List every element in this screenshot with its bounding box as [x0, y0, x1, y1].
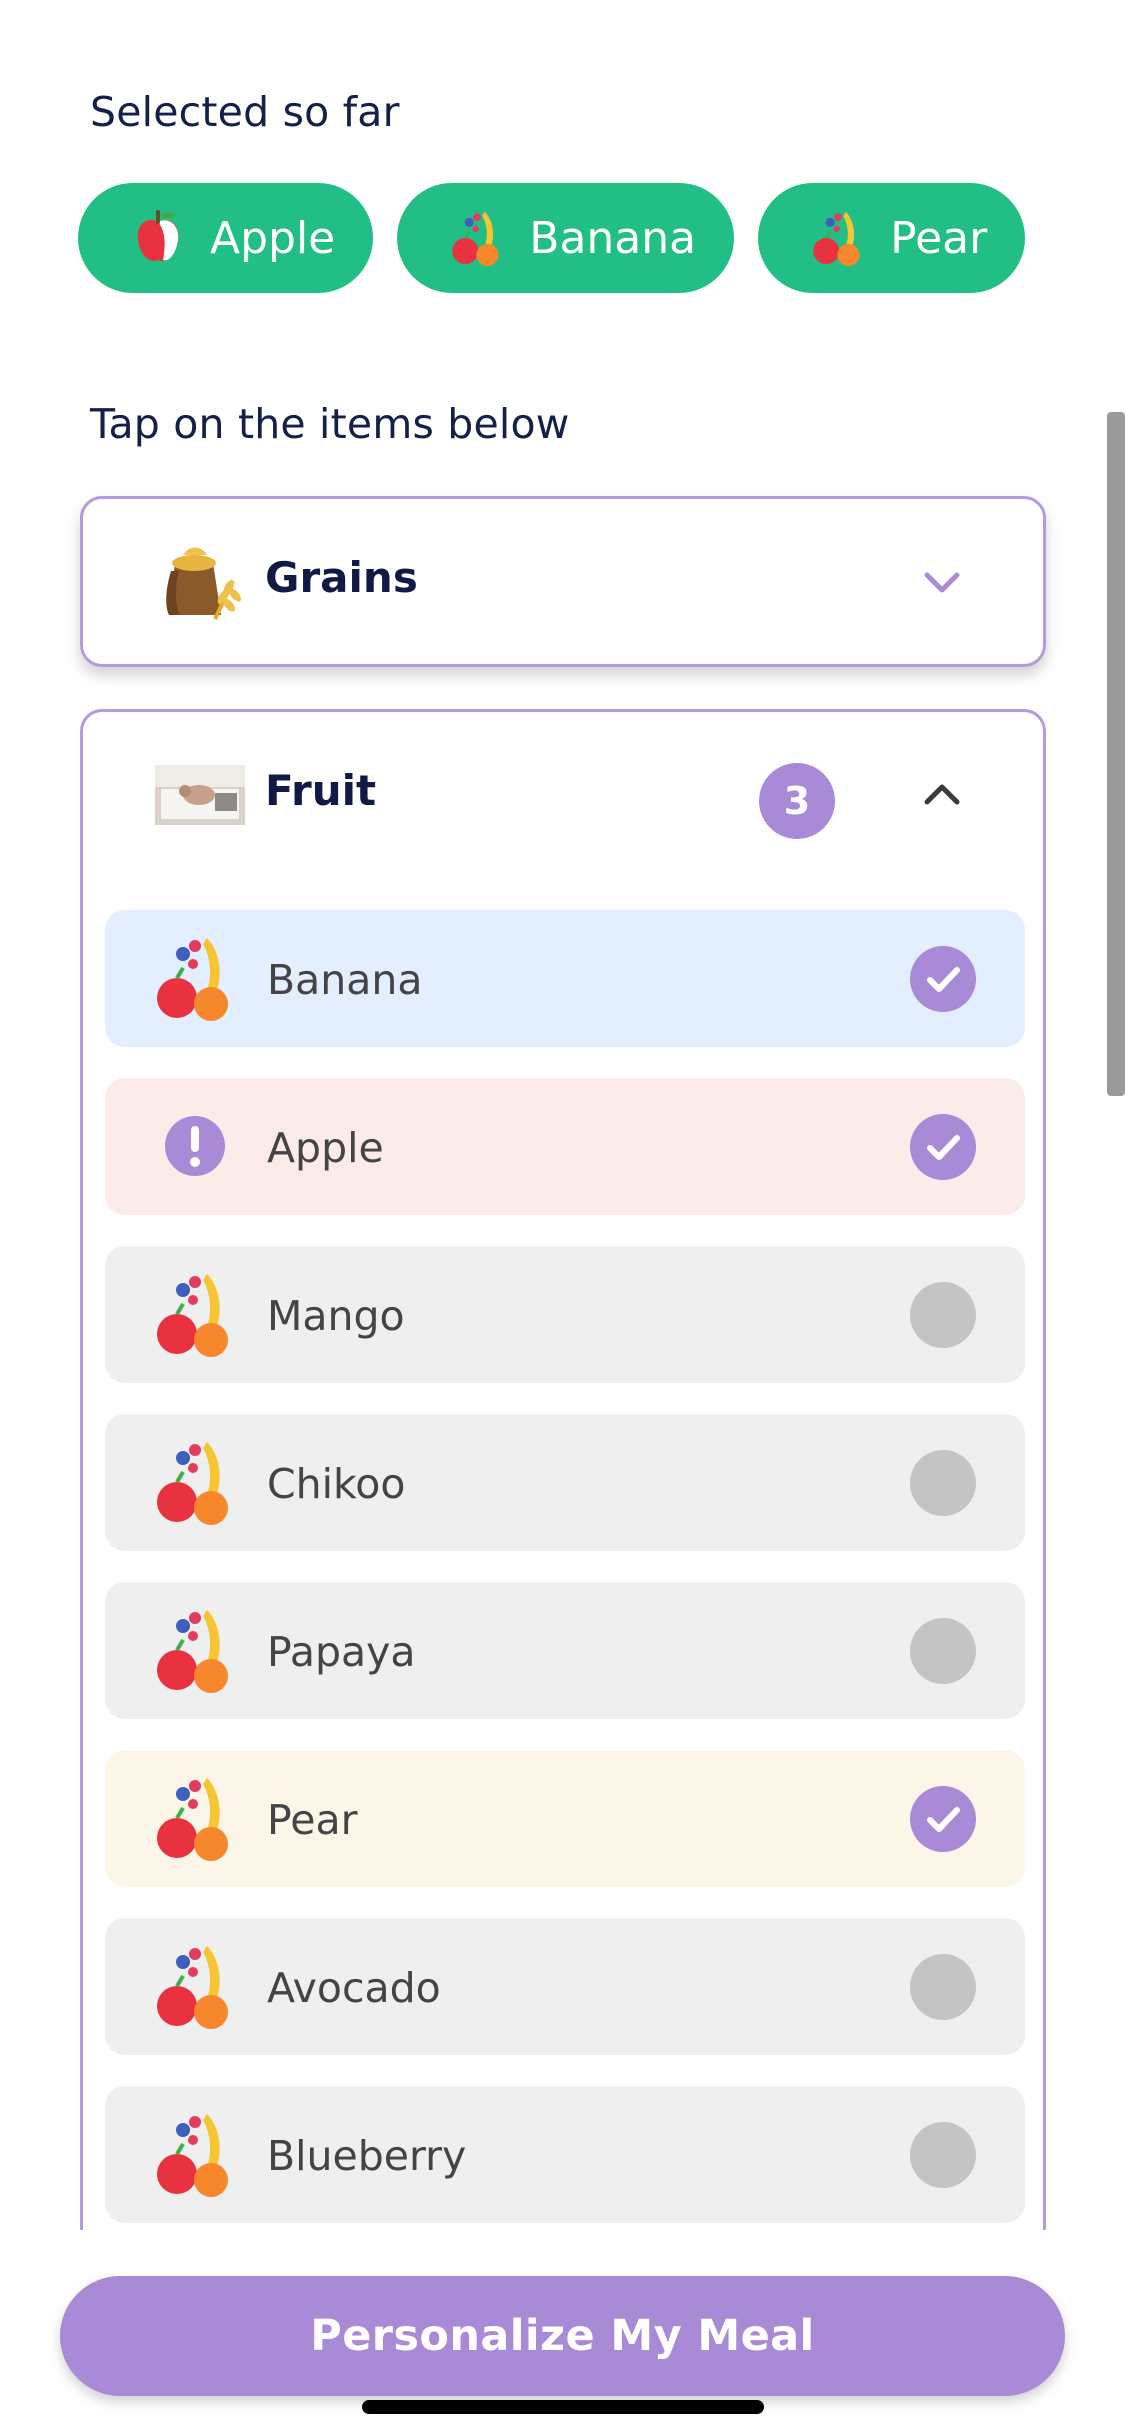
fruit-item-blueberry[interactable]: Blueberry: [105, 2086, 1025, 2223]
fruit-item-label: Avocado: [267, 1964, 441, 2012]
category-header-fruit[interactable]: Fruit 3: [83, 712, 1043, 877]
fruit-mix-icon: [149, 2108, 241, 2200]
selected-chip-pear[interactable]: Pear: [758, 183, 1026, 293]
fruit-item-label: Apple: [267, 1124, 384, 1172]
fruit-mix-icon: [149, 932, 241, 1024]
fruit-item-pear[interactable]: Pear: [105, 1750, 1025, 1887]
home-indicator[interactable]: [362, 2400, 764, 2414]
apple-icon: [128, 208, 188, 268]
fruit-item-label: Blueberry: [267, 2132, 467, 2180]
fruit-item-label: Chikoo: [267, 1460, 406, 1508]
selected-chip-apple[interactable]: Apple: [78, 183, 374, 293]
fruit-item-label: Papaya: [267, 1628, 416, 1676]
personalize-meal-button[interactable]: Personalize My Meal: [60, 2276, 1065, 2396]
category-title-fruit: Fruit: [265, 766, 377, 815]
grain-sack-icon: [155, 541, 245, 621]
unselected-radio[interactable]: [910, 1618, 976, 1684]
unselected-radio[interactable]: [910, 1282, 976, 1348]
selected-chips: Apple Banana Pear: [78, 183, 1026, 293]
unselected-radio[interactable]: [910, 1450, 976, 1516]
fruit-item-banana[interactable]: Banana: [105, 910, 1025, 1047]
warning-icon: [149, 1100, 241, 1192]
fruit-item-mango[interactable]: Mango: [105, 1246, 1025, 1383]
chip-label: Apple: [210, 212, 336, 264]
scrollbar[interactable]: [1107, 412, 1125, 1096]
category-header-grains[interactable]: Grains: [83, 499, 1043, 664]
fruit-item-avocado[interactable]: Avocado: [105, 1918, 1025, 2055]
category-card-fruit: Fruit 3 Banana Apple Mango Chikoo Papaya…: [80, 709, 1046, 2269]
fruit-mix-icon: [149, 1772, 241, 1864]
category-title-grains: Grains: [265, 553, 418, 602]
fruit-item-label: Pear: [267, 1796, 358, 1844]
fruit-mix-icon: [149, 1940, 241, 2032]
chip-label: Banana: [529, 212, 697, 264]
checkmark-icon[interactable]: [910, 1786, 976, 1852]
chevron-up-icon[interactable]: [919, 772, 965, 818]
chip-label: Pear: [890, 212, 988, 264]
fruit-item-chikoo[interactable]: Chikoo: [105, 1414, 1025, 1551]
fruit-item-papaya[interactable]: Papaya: [105, 1582, 1025, 1719]
unselected-radio[interactable]: [910, 2122, 976, 2188]
selected-count-badge: 3: [759, 763, 835, 839]
fruit-mix-icon: [149, 1436, 241, 1528]
checkmark-icon[interactable]: [910, 946, 976, 1012]
selected-so-far-label: Selected so far: [90, 88, 400, 136]
instructions-label: Tap on the items below: [90, 400, 570, 448]
fruit-item-label: Banana: [267, 956, 423, 1004]
fruit-mix-icon: [149, 1604, 241, 1696]
selected-chip-banana[interactable]: Banana: [397, 183, 735, 293]
fruit-photo-icon: [155, 765, 245, 825]
fruit-item-apple[interactable]: Apple: [105, 1078, 1025, 1215]
fruit-mix-icon: [447, 208, 507, 268]
checkmark-icon[interactable]: [910, 1114, 976, 1180]
fruit-mix-icon: [149, 1268, 241, 1360]
unselected-radio[interactable]: [910, 1954, 976, 2020]
category-card-grains[interactable]: Grains: [80, 496, 1046, 667]
fruit-item-label: Mango: [267, 1292, 405, 1340]
chevron-down-icon[interactable]: [919, 559, 965, 605]
fruit-mix-icon: [808, 208, 868, 268]
